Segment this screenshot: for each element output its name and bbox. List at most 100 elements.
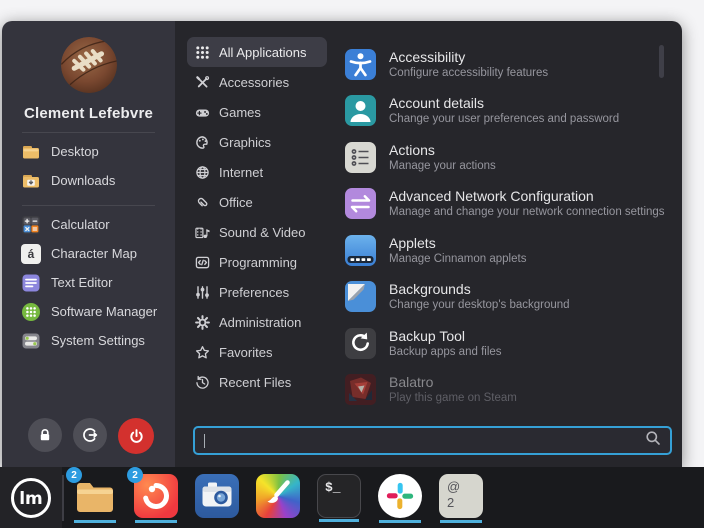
sidebar-item-character-map[interactable]: á Character Map [2, 239, 175, 268]
category-administration[interactable]: Administration [187, 307, 327, 337]
terminal-prompt-glyph: $_ [325, 480, 341, 495]
category-all-applications[interactable]: All Applications [187, 37, 327, 67]
category-label: All Applications [219, 45, 306, 60]
folder-icon [21, 142, 41, 162]
app-list-scrollbar[interactable] [659, 45, 664, 78]
sidebar-item-label: Character Map [51, 246, 137, 261]
app-title: Actions [389, 143, 496, 158]
calculator-icon [21, 215, 41, 235]
category-label: Preferences [219, 285, 289, 300]
files-launcher[interactable]: 2 [73, 474, 117, 518]
sidebar-item-text-editor[interactable]: Text Editor [2, 268, 175, 297]
app-accessibility[interactable]: Accessibility Configure accessibility fe… [345, 41, 682, 88]
svg-text:lm: lm [19, 489, 43, 509]
sidebar-item-calculator[interactable]: Calculator [2, 210, 175, 239]
menu-sidebar: Clement Lefebvre Desktop Downloads Calcu… [2, 21, 175, 467]
slack-launcher[interactable] [378, 474, 422, 518]
app-applets[interactable]: Applets Manage Cinnamon applets [345, 227, 682, 274]
sidebar-divider [22, 132, 155, 133]
app-subtitle: Change your desktop's background [389, 299, 570, 311]
logout-button[interactable] [73, 418, 107, 452]
taskbar-panel: lm 2 2 [0, 467, 704, 528]
system-settings-icon [21, 331, 41, 351]
camera-icon [195, 474, 239, 518]
app-title: Backgrounds [389, 282, 570, 297]
globe-icon [195, 165, 210, 180]
application-list: Accessibility Configure accessibility fe… [335, 21, 682, 422]
account-details-icon [345, 95, 376, 126]
category-preferences[interactable]: Preferences [187, 277, 327, 307]
menu-main-area: All Applications Accessories Games Graph… [175, 21, 682, 467]
charmap-glyph: á [21, 244, 41, 264]
category-label: Sound & Video [219, 225, 306, 240]
sidebar-item-label: Calculator [51, 217, 110, 232]
tools-icon [195, 75, 210, 90]
sidebar-item-label: Desktop [51, 144, 99, 159]
power-button[interactable] [118, 418, 154, 454]
search-bar[interactable] [193, 426, 672, 455]
gamepad-icon [195, 105, 210, 120]
category-sound-video[interactable]: Sound & Video [187, 217, 327, 247]
search-icon [645, 430, 661, 451]
category-office[interactable]: Office [187, 187, 327, 217]
sliders-icon [195, 285, 210, 300]
paperclip-icon [195, 195, 210, 210]
app-title: Accessibility [389, 50, 548, 65]
backgrounds-icon [345, 281, 376, 312]
firefox-launcher[interactable]: 2 [134, 474, 178, 518]
menu-button[interactable]: lm [0, 467, 62, 528]
category-games[interactable]: Games [187, 97, 327, 127]
logout-icon [82, 427, 98, 443]
user-name: Clement Lefebvre [24, 105, 153, 122]
category-accessories[interactable]: Accessories [187, 67, 327, 97]
category-list: All Applications Accessories Games Graph… [175, 21, 335, 422]
linux-mint-logo-icon: lm [8, 475, 54, 521]
lock-screen-button[interactable] [28, 418, 62, 452]
character-map-icon: á [21, 244, 41, 264]
sidebar-item-desktop[interactable]: Desktop [2, 137, 175, 166]
app-account-details[interactable]: Account details Change your user prefere… [345, 88, 682, 135]
app-advanced-network-configuration[interactable]: Advanced Network Configuration Manage an… [345, 181, 682, 228]
balatro-icon [345, 374, 376, 405]
category-label: Office [219, 195, 253, 210]
category-recent-files[interactable]: Recent Files [187, 367, 327, 397]
app-subtitle: Change your user preferences and passwor… [389, 113, 619, 125]
lock-icon [37, 427, 53, 443]
category-label: Games [219, 105, 261, 120]
app-title: Applets [389, 236, 526, 251]
category-favorites[interactable]: Favorites [187, 337, 327, 367]
app-backgrounds[interactable]: Backgrounds Change your desktop's backgr… [345, 274, 682, 321]
app-title: Advanced Network Configuration [389, 189, 665, 204]
category-programming[interactable]: Programming [187, 247, 327, 277]
mint-menu-popup: Clement Lefebvre Desktop Downloads Calcu… [2, 21, 682, 467]
category-internet[interactable]: Internet [187, 157, 327, 187]
firefox-badge: 2 [127, 467, 143, 483]
paint-launcher[interactable] [256, 474, 300, 518]
code-icon [195, 255, 210, 270]
sidebar-item-software-manager[interactable]: Software Manager [2, 297, 175, 326]
app-backup-tool[interactable]: Backup Tool Backup apps and files [345, 320, 682, 367]
category-label: Internet [219, 165, 263, 180]
app-balatro[interactable]: Balatro Play this game on Steam [345, 367, 682, 414]
mail-at-glyph: @ [447, 479, 483, 495]
mail-unread-count: 2 [447, 495, 483, 511]
sidebar-item-label: System Settings [51, 333, 145, 348]
mail-launcher[interactable]: @ 2 [439, 474, 483, 518]
sidebar-item-system-settings[interactable]: System Settings [2, 326, 175, 355]
user-avatar[interactable] [61, 37, 117, 93]
gear-icon [195, 315, 210, 330]
sidebar-item-downloads[interactable]: Downloads [2, 166, 175, 195]
category-graphics[interactable]: Graphics [187, 127, 327, 157]
film-music-icon [195, 225, 210, 240]
paintbrush-icon [256, 474, 300, 518]
search-input[interactable] [209, 433, 645, 448]
screenshot-launcher[interactable] [195, 474, 239, 518]
actions-icon [345, 142, 376, 173]
app-title: Backup Tool [389, 329, 502, 344]
category-label: Programming [219, 255, 297, 270]
app-actions[interactable]: Actions Manage your actions [345, 134, 682, 181]
star-icon [195, 345, 210, 360]
accessibility-icon [345, 49, 376, 80]
terminal-launcher[interactable]: $_ [317, 474, 361, 518]
software-manager-icon [21, 302, 41, 322]
